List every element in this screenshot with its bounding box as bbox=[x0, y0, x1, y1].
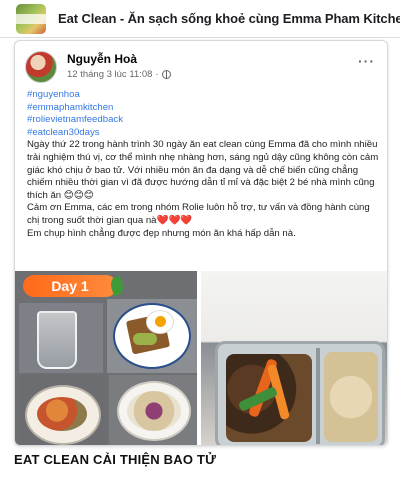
lunchbox-shape bbox=[215, 341, 385, 445]
glass-shape bbox=[37, 311, 77, 369]
thumbnail-band bbox=[16, 13, 46, 24]
group-name[interactable]: Eat Clean - Ăn sạch sống khoẻ cùng Emma … bbox=[58, 11, 400, 26]
author-name[interactable]: Nguyễn Hoà bbox=[67, 52, 137, 66]
yolk-shape bbox=[155, 316, 166, 327]
article-caption: EAT CLEAN CẢI THIỆN BAO TỬ bbox=[14, 452, 217, 467]
box-divider bbox=[316, 348, 320, 444]
post-paragraph: Ngày thứ 22 trong hành trình 30 ngày ăn … bbox=[27, 139, 379, 201]
photo-salad-bowl bbox=[109, 375, 197, 445]
group-header[interactable]: Eat Clean - Ăn sạch sống khoẻ cùng Emma … bbox=[0, 0, 400, 38]
post-paragraph: Em chụp hình chẳng được đẹp nhưng món ăn… bbox=[27, 227, 296, 239]
brown-rice-shape bbox=[324, 352, 378, 442]
photo-glass-water bbox=[19, 303, 103, 373]
hashtag-link[interactable]: #emmaphamkitchen bbox=[27, 102, 381, 115]
photo-lunchbox[interactable] bbox=[201, 271, 387, 445]
post-meta: 12 tháng 3 lúc 11:08 · bbox=[67, 69, 171, 80]
post-body: #nguyenhoa #emmaphamkitchen #rolievietna… bbox=[27, 89, 381, 240]
post-paragraph: Cảm ơn Emma, các em trong nhóm Rolie luô… bbox=[27, 202, 370, 226]
dot-separator: · bbox=[155, 69, 159, 80]
photo-salmon-bowl bbox=[19, 375, 107, 445]
food-shape bbox=[37, 397, 87, 431]
hashtag-link[interactable]: #nguyenhoa bbox=[27, 89, 381, 102]
avocado-shape bbox=[133, 333, 157, 345]
post-header: Nguyễn Hoà 12 tháng 3 lúc 11:08 · ··· bbox=[25, 49, 379, 89]
more-options-icon[interactable]: ··· bbox=[358, 53, 375, 69]
globe-icon bbox=[161, 70, 171, 79]
hashtag-link[interactable]: #rolievietnamfeedback bbox=[27, 114, 381, 127]
photo-collage-day1[interactable]: Day 1 bbox=[15, 271, 197, 445]
day-badge: Day 1 bbox=[23, 275, 117, 297]
group-cover-thumbnail[interactable] bbox=[16, 3, 46, 34]
hashtag-link[interactable]: #eatclean30days bbox=[27, 127, 381, 140]
avatar[interactable] bbox=[25, 51, 57, 83]
post-photos: Day 1 bbox=[15, 271, 387, 445]
photo-egg-toast bbox=[107, 299, 197, 373]
post-timestamp[interactable]: 12 tháng 3 lúc 11:08 bbox=[67, 69, 152, 80]
post-card: Nguyễn Hoà 12 tháng 3 lúc 11:08 · ··· #n… bbox=[14, 40, 388, 446]
food-shape bbox=[127, 391, 181, 431]
